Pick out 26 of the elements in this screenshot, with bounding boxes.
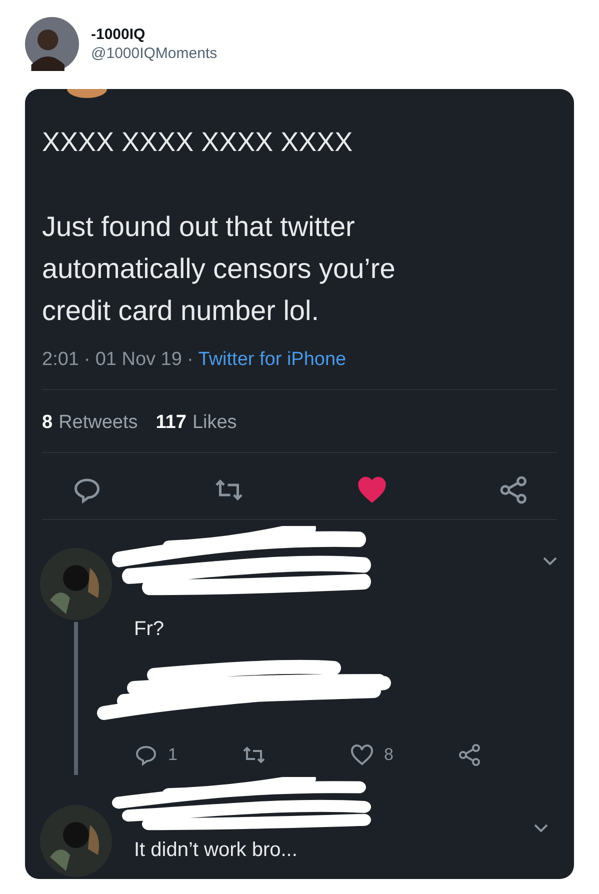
heart-icon[interactable] [356, 475, 387, 505]
tweet-title: XXXX XXXX XXXX XXXX [42, 127, 353, 158]
chevron-down-icon[interactable] [533, 823, 549, 833]
share-icon[interactable] [498, 475, 529, 505]
tweet-text-line: automatically censors you’re [42, 252, 396, 286]
tweet-text-line: credit card number lol. [42, 294, 320, 328]
retweet-count: 8 [42, 412, 53, 434]
separator-dot: · [84, 349, 90, 371]
retweets-label: Retweets [58, 412, 138, 434]
tweet-date: 01 Nov 19 [95, 349, 182, 371]
chevron-down-icon[interactable] [542, 556, 558, 566]
reply-icon[interactable] [134, 743, 158, 767]
reply-text: Fr? [134, 618, 164, 641]
tweet-time: 2:01 [42, 349, 79, 371]
source-link[interactable]: Twitter for iPhone [198, 349, 346, 371]
author-name: -1000IQ [91, 26, 146, 43]
like-count: 8 [384, 745, 394, 765]
likes-label: Likes [192, 412, 237, 434]
separator-dot: · [186, 349, 194, 371]
reply-count: 1 [168, 745, 178, 765]
like-count: 117 [156, 412, 186, 434]
heart-outline-icon[interactable] [350, 743, 374, 767]
share-icon[interactable] [458, 743, 482, 767]
tweet-text-line: Just found out that twitter [42, 210, 355, 244]
author-handle: @1000IQMoments [91, 45, 218, 62]
reply-text: It didn’t work bro... [134, 839, 298, 862]
